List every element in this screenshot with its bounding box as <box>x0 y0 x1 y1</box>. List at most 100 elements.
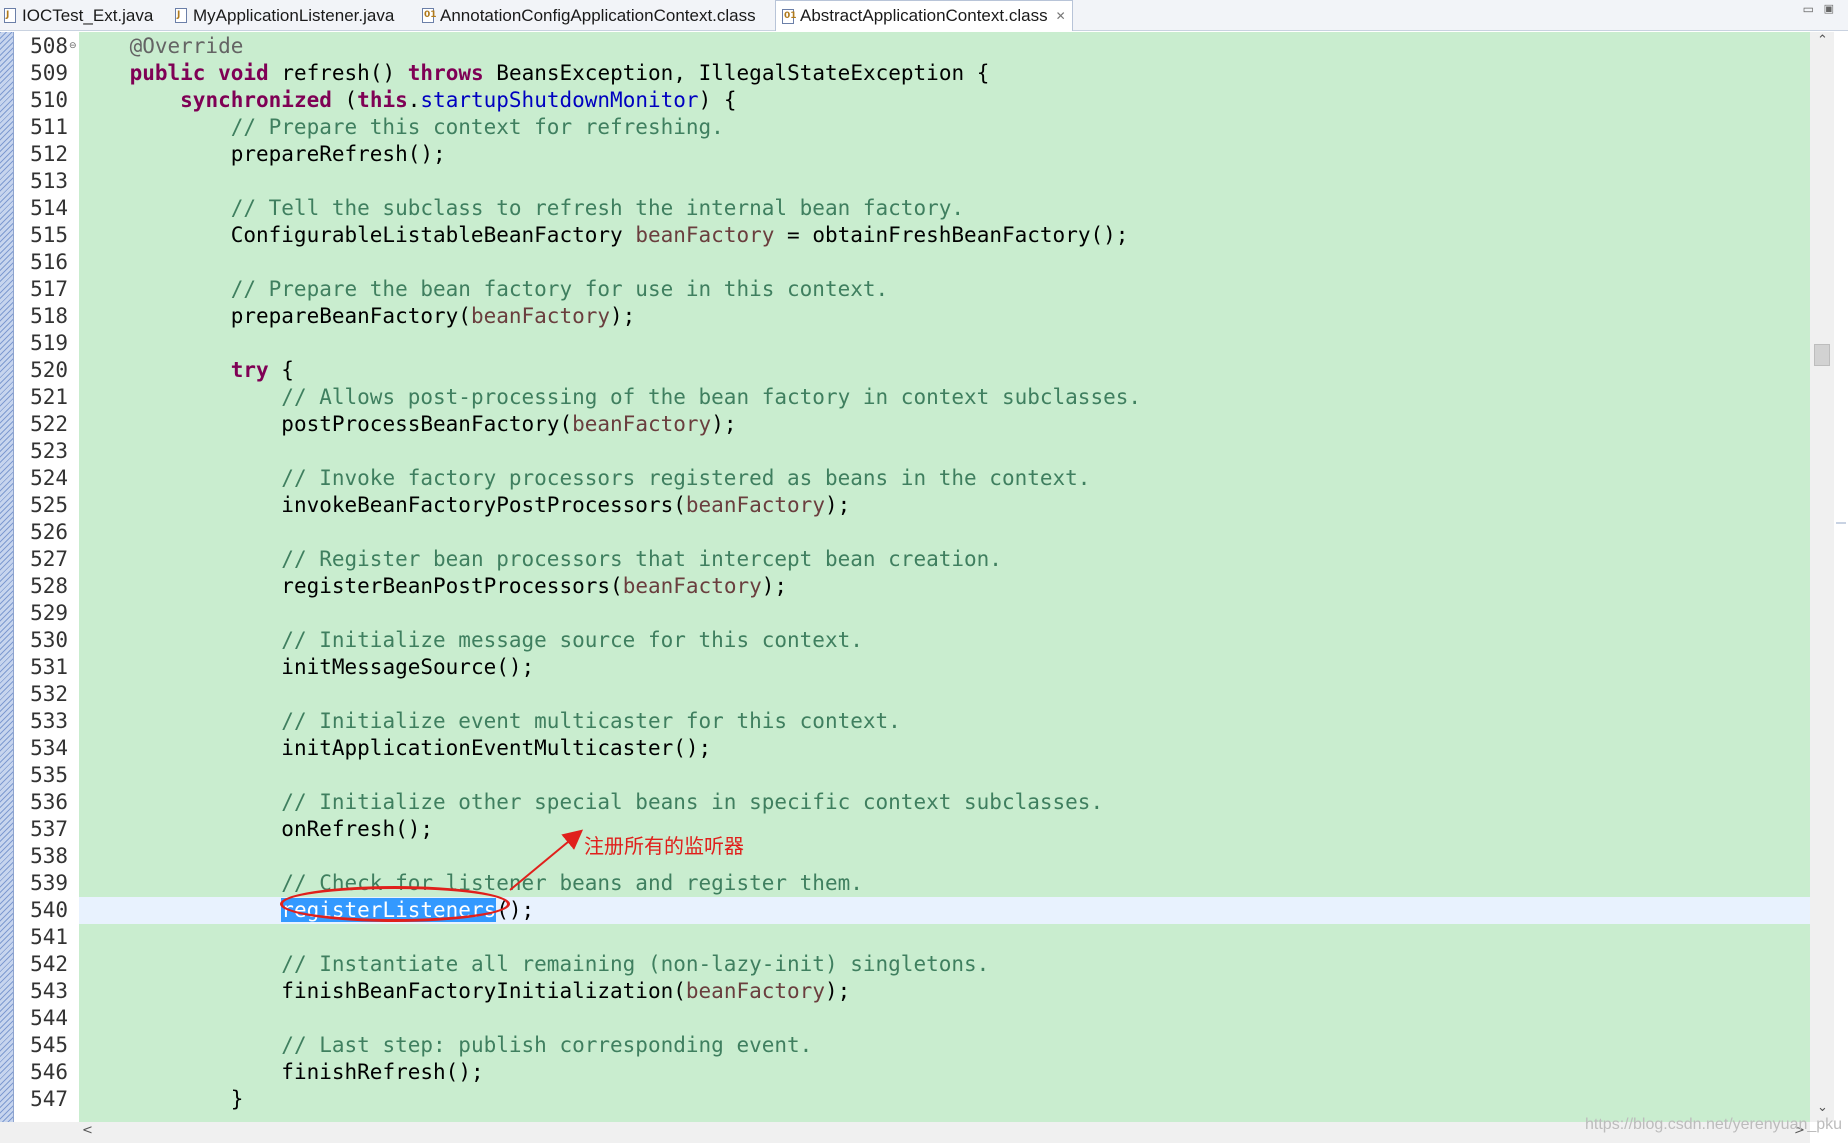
code-line[interactable]: public void refresh() throws BeansExcept… <box>79 60 990 87</box>
code-line[interactable]: initMessageSource(); <box>79 654 534 681</box>
keyword-token: try <box>230 358 269 382</box>
line-number: 533 <box>30 709 68 733</box>
vertical-scrollbar[interactable] <box>1810 32 1834 1122</box>
comment-token: // Instantiate all remaining (non-lazy-i… <box>281 952 990 976</box>
code-line[interactable]: onRefresh(); <box>79 816 433 843</box>
keyword-token: throws <box>407 61 484 85</box>
overview-mark[interactable] <box>1836 522 1846 524</box>
code-line[interactable]: finishBeanFactoryInitialization(beanFact… <box>79 978 850 1005</box>
comment-token: // Prepare the bean factory for use in t… <box>230 277 889 301</box>
tab-label: AbstractApplicationContext.class <box>800 6 1048 25</box>
line-number: 523 <box>30 439 68 463</box>
variable-token: beanFactory <box>685 493 825 517</box>
selected-text: registerListeners <box>281 898 497 922</box>
tab-ioctest-ext-java[interactable]: J IOCTest_Ext.java <box>4 0 153 31</box>
line-number: 538 <box>30 844 68 868</box>
code-line[interactable]: // Tell the subclass to refresh the inte… <box>79 195 964 222</box>
code-line[interactable]: postProcessBeanFactory(beanFactory); <box>79 411 736 438</box>
line-number: 524 <box>30 466 68 490</box>
line-number: 546 <box>30 1060 68 1084</box>
line-number: 527 <box>30 547 68 571</box>
code-line[interactable]: ConfigurableListableBeanFactory beanFact… <box>79 222 1129 249</box>
comment-token: // Register bean processors that interce… <box>281 547 1002 571</box>
code-line[interactable]: initApplicationEventMulticaster(); <box>79 735 711 762</box>
line-number: 536 <box>30 790 68 814</box>
line-number: 539 <box>30 871 68 895</box>
watermark: https://blog.csdn.net/yerenyuan_pku <box>1585 1116 1843 1133</box>
line-number: 532 <box>30 682 68 706</box>
line-number: 518 <box>30 304 68 328</box>
code-line[interactable]: // Initialize other special beans in spe… <box>79 789 1103 816</box>
comment-token: // Tell the subclass to refresh the inte… <box>230 196 965 220</box>
code-line[interactable]: finishRefresh(); <box>79 1059 483 1086</box>
code-line[interactable]: // Check for listener beans and register… <box>79 870 863 897</box>
line-number: 512 <box>30 142 68 166</box>
tab-label: MyApplicationListener.java <box>193 5 395 25</box>
code-line[interactable]: registerBeanPostProcessors(beanFactory); <box>79 573 787 600</box>
vertical-scroll-thumb[interactable] <box>1814 344 1830 366</box>
bottom-left-corner <box>0 1122 79 1143</box>
code-line[interactable]: } <box>79 1086 244 1113</box>
line-number: 513 <box>30 169 68 193</box>
code-line[interactable]: // Register bean processors that interce… <box>79 546 1002 573</box>
line-number: 530 <box>30 628 68 652</box>
code-line[interactable]: // Prepare this context for refreshing. <box>79 114 724 141</box>
java-file-icon: J <box>175 8 187 23</box>
line-number: 543 <box>30 979 68 1003</box>
java-file-icon: J <box>4 8 16 23</box>
line-number: 534 <box>30 736 68 760</box>
line-number: 516 <box>30 250 68 274</box>
annotation-token: @Override <box>129 34 244 58</box>
tab-abstractapplicationcontext-class[interactable]: 01 AbstractApplicationContext.class ✕ <box>775 0 1073 31</box>
code-line[interactable]: try { <box>79 357 294 384</box>
code-line[interactable]: prepareBeanFactory(beanFactory); <box>79 303 636 330</box>
field-token: startupShutdownMonitor <box>420 88 699 112</box>
tab-label: IOCTest_Ext.java <box>22 5 154 25</box>
code-line[interactable]: synchronized (this.startupShutdownMonito… <box>79 87 736 114</box>
tab-annotationconfigapplicationcontext-class[interactable]: 01 AnnotationConfigApplicationContext.cl… <box>422 0 756 31</box>
comment-token: // Invoke factory processors registered … <box>281 466 1091 490</box>
scroll-down-icon[interactable]: ⌄ <box>1817 1100 1828 1115</box>
comment-token: // Allows post-processing of the bean fa… <box>281 385 1142 409</box>
minimize-icon[interactable]: ▭ <box>1803 2 1814 16</box>
line-number: 537 <box>30 817 68 841</box>
line-number: 535 <box>30 763 68 787</box>
variable-token: beanFactory <box>635 223 775 247</box>
maximize-icon[interactable]: ▣ <box>1824 2 1834 15</box>
line-number: 531 <box>30 655 68 679</box>
scroll-left-icon[interactable]: < <box>82 1123 93 1138</box>
keyword-token: this <box>357 88 408 112</box>
code-line[interactable]: // Prepare the bean factory for use in t… <box>79 276 888 303</box>
close-tab-icon[interactable]: ✕ <box>1056 9 1066 23</box>
line-number: 509 <box>30 61 68 85</box>
line-number: 508 <box>30 34 68 58</box>
class-file-icon: 01 <box>782 8 797 24</box>
code-line[interactable]: @Override <box>79 33 244 60</box>
tab-label: AnnotationConfigApplicationContext.class <box>440 5 756 25</box>
code-line[interactable]: invokeBeanFactoryPostProcessors(beanFact… <box>79 492 850 519</box>
code-line[interactable]: // Initialize message source for this co… <box>79 627 863 654</box>
scroll-up-icon[interactable]: ⌃ <box>1817 33 1828 48</box>
code-line[interactable]: // Initialize event multicaster for this… <box>79 708 901 735</box>
line-number: 528 <box>30 574 68 598</box>
line-number: 542 <box>30 952 68 976</box>
line-number: 511 <box>30 115 68 139</box>
line-number: 514 <box>30 196 68 220</box>
code-line[interactable]: // Last step: publish corresponding even… <box>79 1032 812 1059</box>
overview-ruler <box>1834 32 1848 1122</box>
fold-toggle-icon[interactable]: ⊖ <box>69 33 77 60</box>
horizontal-scrollbar[interactable] <box>79 1122 1810 1143</box>
code-line[interactable]: // Instantiate all remaining (non-lazy-i… <box>79 951 989 978</box>
code-line[interactable]: registerListeners(); <box>79 897 534 924</box>
keyword-token: public <box>129 61 206 85</box>
line-number: 526 <box>30 520 68 544</box>
comment-token: // Initialize other special beans in spe… <box>281 790 1104 814</box>
code-line[interactable]: // Allows post-processing of the bean fa… <box>79 384 1141 411</box>
line-number: 515 <box>30 223 68 247</box>
annotation-label: 注册所有的监听器 <box>584 834 744 858</box>
line-number: 544 <box>30 1006 68 1030</box>
comment-token: // Initialize event multicaster for this… <box>281 709 901 733</box>
tab-myapplicationlistener-java[interactable]: J MyApplicationListener.java <box>175 0 394 31</box>
code-line[interactable]: prepareRefresh(); <box>79 141 446 168</box>
code-line[interactable]: // Invoke factory processors registered … <box>79 465 1090 492</box>
